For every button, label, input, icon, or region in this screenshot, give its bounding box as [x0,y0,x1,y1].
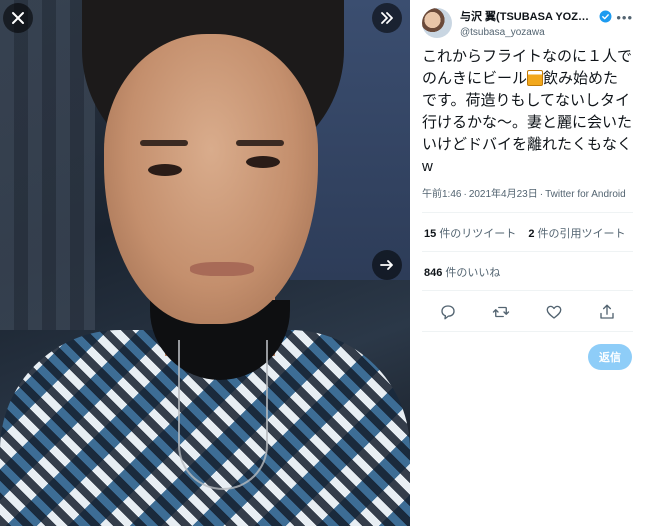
author-names: 与沢 翼(TSUBASA YOZA… @tsubasa_yozawa [460,8,612,38]
verified-badge-icon [599,10,612,22]
arrow-right-icon [380,260,393,270]
reply-icon [441,305,456,320]
heart-icon [546,305,562,319]
quotes-stat[interactable]: 2 件の引用ツイート [528,225,625,241]
tweet-panel: 与沢 翼(TSUBASA YOZA… @tsubasa_yozawa ••• こ… [410,0,645,526]
collapse-panel-button[interactable] [372,3,402,33]
retweet-icon [492,306,510,318]
more-options-icon[interactable]: ••• [612,10,637,25]
retweets-stat[interactable]: 15 件のリツイート [424,225,516,241]
divider [422,331,633,332]
tweet-date[interactable]: 2021年4月23日 [469,189,538,200]
likes-count: 846 [424,267,443,279]
tweet-header: 与沢 翼(TSUBASA YOZA… @tsubasa_yozawa ••• [410,0,645,40]
avatar[interactable] [422,8,452,38]
face [104,34,318,324]
left-eye [148,164,182,176]
right-eyebrow [236,140,284,146]
likes-stat[interactable]: 846 件のいいね [424,264,500,280]
double-chevron-right-icon [381,12,393,24]
share-icon [599,304,614,319]
display-name[interactable]: 与沢 翼(TSUBASA YOZA… [460,8,596,24]
likes-stats-row: 846 件のいいね [410,252,645,280]
retweets-count: 15 [424,228,437,240]
meta-separator: · [539,189,544,200]
tweet-time[interactable]: 午前1:46 [422,189,461,200]
background-wall [0,0,95,330]
share-action[interactable] [598,303,616,321]
left-eyebrow [140,140,188,146]
next-image-button[interactable] [372,250,402,280]
retweets-label: 件のリツイート [439,228,517,240]
user-handle[interactable]: @tsubasa_yozawa [460,27,612,38]
quotes-label: 件の引用ツイート [537,228,626,240]
like-action[interactable] [545,303,563,321]
reply-action[interactable] [439,303,457,321]
necklace [178,340,268,490]
tweet-text: これからフライトなのに１人でのんきにビール 飲み始めたです。荷造りもしてないしタイ… [410,40,645,178]
retweet-action[interactable] [492,303,510,321]
media-viewer [0,0,410,526]
retweet-stats-row: 15 件のリツイート 2 件の引用ツイート [410,213,645,241]
beer-mug-emoji-icon [527,70,544,86]
tweet-source[interactable]: Twitter for Android [545,189,626,200]
quotes-count: 2 [528,228,535,240]
likes-label: 件のいいね [445,267,501,279]
tweet-actions [410,291,645,321]
reply-button[interactable]: 返信 [588,344,632,370]
close-icon [12,12,24,24]
tweet-meta: 午前1:46 · 2021年4月23日 · Twitter for Android [410,178,645,202]
meta-separator: · [463,189,467,200]
mouth [190,262,254,276]
right-eye [246,156,280,168]
close-button[interactable] [3,3,33,33]
